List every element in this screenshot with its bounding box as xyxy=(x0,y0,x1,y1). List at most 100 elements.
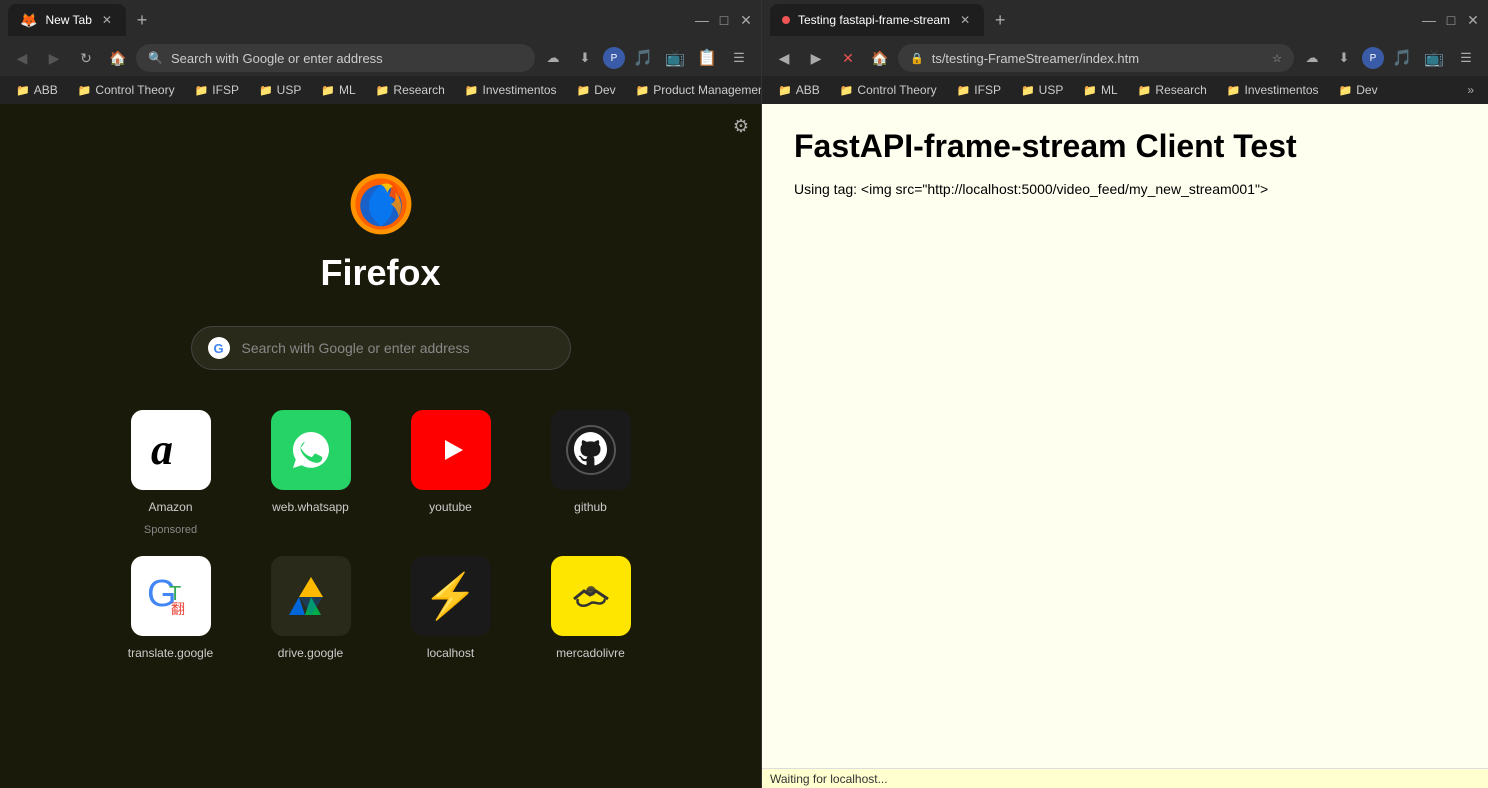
github-label: github xyxy=(574,500,607,514)
right-minimize-button[interactable]: — xyxy=(1422,13,1436,27)
bookmark-ifsp[interactable]: 📁 IFSP xyxy=(187,81,247,99)
bookmark-usp-label: USP xyxy=(277,83,302,97)
left-toolbar-icons: ☁ ⬇ P 🎵 📺 📋 ☰ xyxy=(539,44,753,72)
right-menu-button[interactable]: ☰ xyxy=(1452,44,1480,72)
folder-icon: 📁 xyxy=(78,84,92,97)
right-bookmark-ml[interactable]: 📁 ML xyxy=(1075,81,1125,99)
bookmark-control-theory[interactable]: 📁 Control Theory xyxy=(70,81,183,99)
right-extension-icon3[interactable]: 📺 xyxy=(1420,44,1448,72)
github-icon-wrapper xyxy=(551,410,631,490)
shortcut-mercadolivre[interactable]: mercadolivre xyxy=(531,556,651,660)
right-bookmark-abb[interactable]: 📁 ABB xyxy=(770,81,828,99)
right-extension-icon2[interactable]: 🎵 xyxy=(1388,44,1416,72)
right-tab-title: Testing fastapi-frame-stream xyxy=(798,13,950,27)
right-pocket-icon[interactable]: ☁ xyxy=(1298,44,1326,72)
bookmark-usp[interactable]: 📁 USP xyxy=(251,81,309,99)
right-new-tab-button[interactable]: + xyxy=(986,6,1014,34)
shortcut-drive[interactable]: drive.google xyxy=(251,556,371,660)
left-reload-button[interactable]: ↻ xyxy=(72,44,100,72)
shortcut-youtube[interactable]: youtube xyxy=(391,410,511,536)
google-g-icon: G xyxy=(208,337,230,359)
firefox-logo: Firefox xyxy=(320,164,440,294)
left-address-bar[interactable]: 🔍 Search with Google or enter address xyxy=(136,44,535,72)
settings-gear-icon[interactable]: ⚙ xyxy=(733,116,749,137)
right-bookmark-dev-label: Dev xyxy=(1356,83,1377,97)
folder-icon: 📁 xyxy=(1339,84,1353,97)
youtube-label: youtube xyxy=(429,500,472,514)
right-tab-close-button[interactable]: ✕ xyxy=(958,11,972,29)
right-close-button[interactable]: ✕ xyxy=(1466,13,1480,27)
bookmark-product-management[interactable]: 📁 Product Management xyxy=(628,81,761,99)
right-home-button[interactable]: 🏠 xyxy=(866,44,894,72)
right-toolbar-icons: ☁ ⬇ P 🎵 📺 ☰ xyxy=(1298,44,1480,72)
translate-icon: G T 翻 xyxy=(131,556,211,636)
shortcut-localhost[interactable]: ⚡ localhost xyxy=(391,556,511,660)
shortcut-translate[interactable]: G T 翻 translate.google xyxy=(111,556,231,660)
left-maximize-button[interactable]: □ xyxy=(717,13,731,27)
amazon-icon: a xyxy=(131,410,211,490)
right-address-text: ts/testing-FrameStreamer/index.htm xyxy=(932,51,1264,66)
whatsapp-icon-wrapper xyxy=(271,410,351,490)
left-back-button[interactable]: ◀ xyxy=(8,44,36,72)
shortcut-github[interactable]: github xyxy=(531,410,651,536)
right-forward-button[interactable]: ▶ xyxy=(802,44,830,72)
bookmark-dev-label: Dev xyxy=(594,83,615,97)
right-extension-icon1[interactable]: P xyxy=(1362,47,1384,69)
amazon-sublabel: Sponsored xyxy=(144,524,197,536)
folder-icon: 📁 xyxy=(465,84,479,97)
right-more-bookmarks-button[interactable]: » xyxy=(1461,81,1480,99)
right-address-bar[interactable]: 🔒 ts/testing-FrameStreamer/index.htm ☆ xyxy=(898,44,1294,72)
mercadolivre-icon xyxy=(551,556,631,636)
right-reload-button[interactable]: ✕ xyxy=(834,44,862,72)
extension-icon2[interactable]: 🎵 xyxy=(629,44,657,72)
left-tab-close-button[interactable]: ✕ xyxy=(100,11,114,29)
amazon-label: Amazon xyxy=(148,500,192,514)
search-icon: 🔍 xyxy=(148,51,163,65)
right-bookmark-ct[interactable]: 📁 Control Theory xyxy=(832,81,945,99)
bookmark-abb[interactable]: 📁 ABB xyxy=(8,81,66,99)
extension-icon4[interactable]: 📋 xyxy=(693,44,721,72)
left-minimize-button[interactable]: — xyxy=(695,13,709,27)
right-bookmark-ifsp[interactable]: 📁 IFSP xyxy=(949,81,1009,99)
left-title-bar: 🦊 New Tab ✕ + — □ ✕ xyxy=(0,0,761,40)
left-bookmarks-bar: 📁 ABB 📁 Control Theory 📁 IFSP 📁 USP 📁 ML… xyxy=(0,76,761,104)
right-star-icon[interactable]: ☆ xyxy=(1272,52,1282,65)
right-download-icon[interactable]: ⬇ xyxy=(1330,44,1358,72)
new-tab-search-bar[interactable]: G Search with Google or enter address xyxy=(191,326,571,370)
right-bookmarks-bar: 📁 ABB 📁 Control Theory 📁 IFSP 📁 USP 📁 ML… xyxy=(762,76,1488,104)
left-forward-button[interactable]: ▶ xyxy=(40,44,68,72)
pocket-icon[interactable]: ☁ xyxy=(539,44,567,72)
firefox-logo-icon xyxy=(341,164,421,244)
bookmark-research[interactable]: 📁 Research xyxy=(368,81,453,99)
left-new-tab-button[interactable]: + xyxy=(128,6,156,34)
shortcut-whatsapp[interactable]: web.whatsapp xyxy=(251,410,371,536)
right-maximize-button[interactable]: □ xyxy=(1444,13,1458,27)
translate-label: translate.google xyxy=(128,646,213,660)
bookmark-ml[interactable]: 📁 ML xyxy=(313,81,363,99)
amazon-logo-svg: a xyxy=(143,422,199,478)
fastapi-page-content: FastAPI-frame-stream Client Test Using t… xyxy=(762,104,1488,768)
right-bookmark-ct-label: Control Theory xyxy=(857,83,936,97)
left-close-button[interactable]: ✕ xyxy=(739,13,753,27)
right-bookmark-research[interactable]: 📁 Research xyxy=(1130,81,1215,99)
folder-icon: 📁 xyxy=(195,84,209,97)
bookmark-investimentos[interactable]: 📁 Investimentos xyxy=(457,81,565,99)
left-tab-new-tab[interactable]: 🦊 New Tab ✕ xyxy=(8,4,126,36)
menu-button[interactable]: ☰ xyxy=(725,44,753,72)
right-bookmark-investimentos[interactable]: 📁 Investimentos xyxy=(1219,81,1327,99)
right-window-controls: — □ ✕ xyxy=(1422,13,1480,27)
extension-icon1[interactable]: P xyxy=(603,47,625,69)
folder-icon: 📁 xyxy=(778,84,792,97)
right-back-button[interactable]: ◀ xyxy=(770,44,798,72)
status-bar-text: Waiting for localhost... xyxy=(770,772,888,786)
bookmark-abb-label: ABB xyxy=(34,83,58,97)
right-tab-fastapi[interactable]: Testing fastapi-frame-stream ✕ xyxy=(770,4,984,36)
right-bookmark-usp[interactable]: 📁 USP xyxy=(1013,81,1071,99)
right-bookmark-usp-label: USP xyxy=(1039,83,1064,97)
shortcut-amazon[interactable]: a Amazon Sponsored xyxy=(111,410,231,536)
bookmark-dev[interactable]: 📁 Dev xyxy=(569,81,624,99)
download-icon[interactable]: ⬇ xyxy=(571,44,599,72)
left-home-button[interactable]: 🏠 xyxy=(104,44,132,72)
extension-icon3[interactable]: 📺 xyxy=(661,44,689,72)
right-bookmark-dev[interactable]: 📁 Dev xyxy=(1331,81,1386,99)
